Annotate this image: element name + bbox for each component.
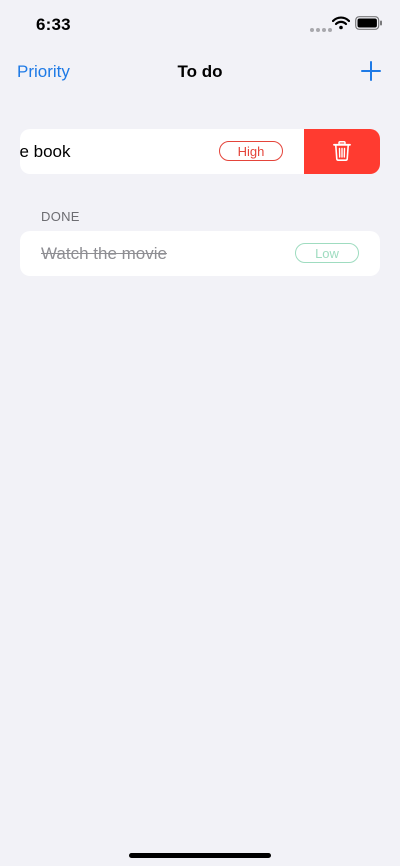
priority-badge: Low	[295, 243, 359, 263]
priority-badge: High	[219, 141, 283, 161]
todo-list-item[interactable]: he book High	[20, 129, 380, 174]
home-indicator[interactable]	[129, 853, 271, 858]
status-bar: 6:33	[0, 0, 400, 50]
delete-button[interactable]	[304, 129, 380, 174]
status-time: 6:33	[36, 15, 71, 34]
todo-item-title: he book	[20, 142, 71, 161]
plus-icon[interactable]	[361, 61, 381, 81]
page-title: To do	[177, 62, 223, 81]
navigation-bar: Priority To do	[0, 50, 400, 94]
section-header-done: DONE	[41, 209, 80, 224]
trash-icon	[333, 141, 351, 161]
cellular-signal-icon	[310, 28, 332, 32]
wifi-icon	[332, 16, 350, 30]
done-item-title: Watch the movie	[41, 244, 167, 263]
done-list-item[interactable]: Watch the movie Low	[20, 231, 380, 276]
battery-icon	[355, 16, 382, 30]
